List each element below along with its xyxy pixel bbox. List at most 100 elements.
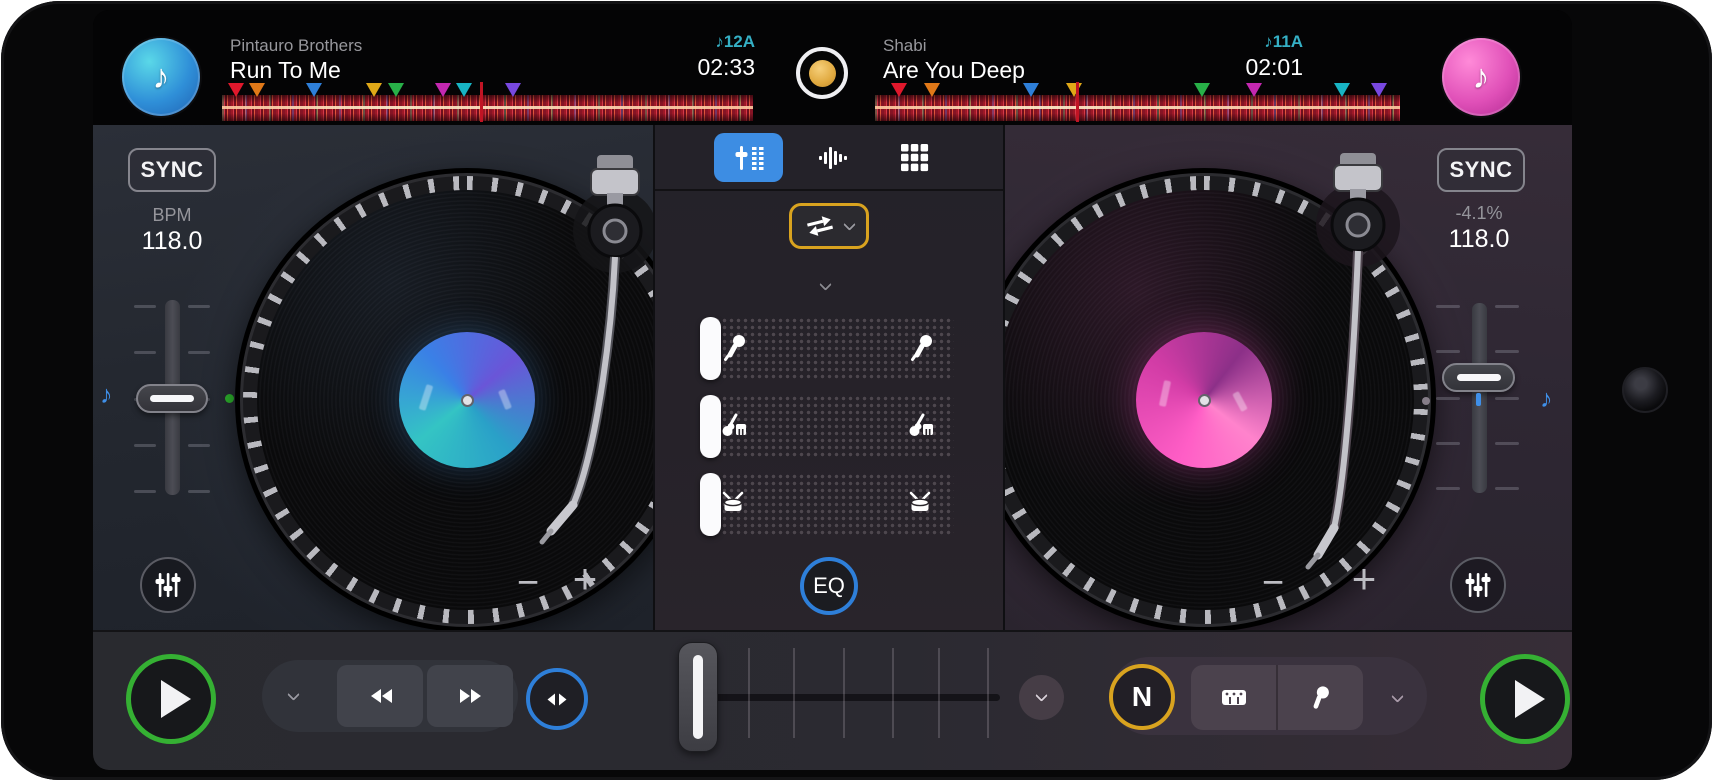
fader-handle-line: [1456, 374, 1501, 381]
crossfader-handle[interactable]: [678, 642, 718, 752]
cue-marker[interactable]: [1246, 83, 1263, 97]
deck-b-key: ♪11A: [1264, 32, 1303, 51]
cue-marker[interactable]: [891, 83, 908, 97]
deck-a-bpm-value: 118.0: [141, 227, 203, 255]
fader-tick: [1495, 350, 1519, 353]
crossfader-tick: [987, 648, 989, 738]
fader-tick: [134, 305, 156, 308]
playhead: [480, 82, 484, 122]
cue-marker[interactable]: [305, 83, 322, 97]
fader-tick: [1436, 397, 1460, 400]
deck-a-tempo-minus-button[interactable]: −: [498, 553, 558, 613]
deck-a-tempo-fader-handle[interactable]: [136, 384, 208, 413]
stem-row-drums: [700, 473, 954, 536]
cue-marker[interactable]: [504, 83, 521, 97]
cue-marker[interactable]: [227, 83, 244, 97]
cue-marker[interactable]: [456, 83, 473, 97]
wave-b[interactable]: [875, 82, 1400, 122]
cue-marker[interactable]: [1065, 83, 1082, 97]
panel-collapse-chevron[interactable]: [819, 278, 832, 291]
crossfader-options-chevron[interactable]: [1019, 675, 1064, 720]
tab-waveform-view[interactable]: [798, 133, 867, 182]
deck-a-album-art[interactable]: ♪: [122, 38, 200, 116]
fader-tick: [134, 351, 156, 354]
cue-marker[interactable]: [388, 83, 405, 97]
deck-a-sync-button[interactable]: SYNC: [128, 148, 216, 192]
tab-mixer-view[interactable]: [714, 133, 783, 182]
label-text-block: [498, 388, 512, 411]
cue-marker[interactable]: [365, 83, 382, 97]
crossfader-tick: [843, 648, 845, 738]
deck-a-tempo-plus-button[interactable]: +: [555, 549, 615, 609]
fader-tick: [1495, 442, 1519, 445]
microphone-button[interactable]: [1278, 665, 1363, 730]
deck-a-play-button[interactable]: [126, 654, 216, 744]
deck-b-tempo-offset: -4.1%: [1455, 203, 1503, 223]
deck-b-album-art[interactable]: ♪: [1442, 38, 1520, 116]
tab-pads-view[interactable]: [880, 133, 949, 182]
rewind-button[interactable]: [337, 665, 423, 727]
mixer-panel: EQ: [653, 125, 1005, 630]
crossfader-track[interactable]: [700, 694, 1000, 701]
label-text-block: [418, 384, 434, 411]
deck-b-sync-position-marker: [1476, 393, 1481, 406]
crossfader-tick: [748, 648, 750, 738]
neural-mix-button[interactable]: N: [1109, 664, 1175, 730]
fast-forward-button[interactable]: [427, 665, 513, 727]
record-button[interactable]: [796, 47, 848, 99]
deck-b-tempo-minus-button[interactable]: −: [1243, 553, 1303, 613]
deck-b-bpm-value: 118.0: [1448, 225, 1510, 253]
deck-a-record-label[interactable]: [399, 332, 535, 468]
instruments-icon: [908, 413, 935, 438]
deck-a-waveform[interactable]: [222, 95, 753, 121]
deck-b-play-button[interactable]: [1480, 654, 1570, 744]
fader-tick: [1436, 305, 1460, 308]
stem-instruments-slider-handle[interactable]: [700, 395, 721, 458]
deck-a-key: ♪12A: [715, 32, 755, 51]
wave-a[interactable]: [222, 82, 753, 122]
deck-b-waveform[interactable]: [875, 95, 1400, 121]
stem-vocals-slider-handle[interactable]: [700, 317, 721, 380]
cue-marker[interactable]: [1194, 83, 1211, 97]
top-bar: ♪ Pintauro Brothers Run To Me ♪12A 02:33…: [93, 10, 1572, 125]
deck-a-time: 02:33: [697, 54, 755, 80]
deck-a-eq-fx-button[interactable]: [140, 557, 196, 613]
deck-b-indicator-dot: [1422, 397, 1430, 405]
deck-b-tempo-plus-button[interactable]: +: [1334, 549, 1394, 609]
deck-b-sync-button[interactable]: SYNC: [1437, 148, 1525, 192]
fx-mode-dropdown[interactable]: [789, 203, 869, 249]
fader-tick: [1436, 350, 1460, 353]
stem-drums-slider-handle[interactable]: [700, 473, 721, 536]
deck-a-pitch-note-icon: ♪: [100, 381, 113, 409]
label-text-block: [1158, 380, 1172, 407]
cue-marker[interactable]: [924, 83, 941, 97]
deck-a-artist: Pintauro Brothers: [230, 36, 363, 55]
play-icon: [161, 680, 191, 718]
deck-b-eq-fx-button[interactable]: [1450, 557, 1506, 613]
stem-row-instruments: [700, 395, 954, 458]
music-note-icon: ♪: [1472, 57, 1490, 96]
scratch-mode-button[interactable]: [526, 668, 588, 730]
cue-marker[interactable]: [249, 83, 266, 97]
eq-toggle-button[interactable]: EQ: [800, 557, 858, 615]
deck-b-tempo-fader-handle[interactable]: [1442, 363, 1515, 392]
swap-arrows-icon: [806, 215, 834, 237]
deck-b-artist: Shabi: [883, 36, 927, 55]
cue-marker[interactable]: [1371, 83, 1387, 97]
cue-marker[interactable]: [1333, 83, 1350, 97]
fader-tick: [1495, 305, 1519, 308]
keyboard-button[interactable]: [1191, 665, 1276, 730]
deck-b-record-label[interactable]: [1136, 332, 1272, 468]
fast-forward-icon: [459, 689, 481, 703]
cue-marker[interactable]: [434, 83, 451, 97]
deck-a-tonearm[interactable]: [521, 153, 653, 583]
spindle: [1197, 393, 1211, 407]
fader-tick: [1495, 487, 1519, 490]
playhead: [1076, 82, 1080, 122]
microphone-icon: [907, 334, 937, 362]
play-icon: [1515, 680, 1545, 718]
cue-marker[interactable]: [1022, 83, 1039, 97]
deck-a: SYNC BPM 118.0 ♪ − +: [93, 125, 653, 630]
fader-tick: [188, 444, 210, 447]
note-icon: ♪: [1264, 32, 1273, 51]
